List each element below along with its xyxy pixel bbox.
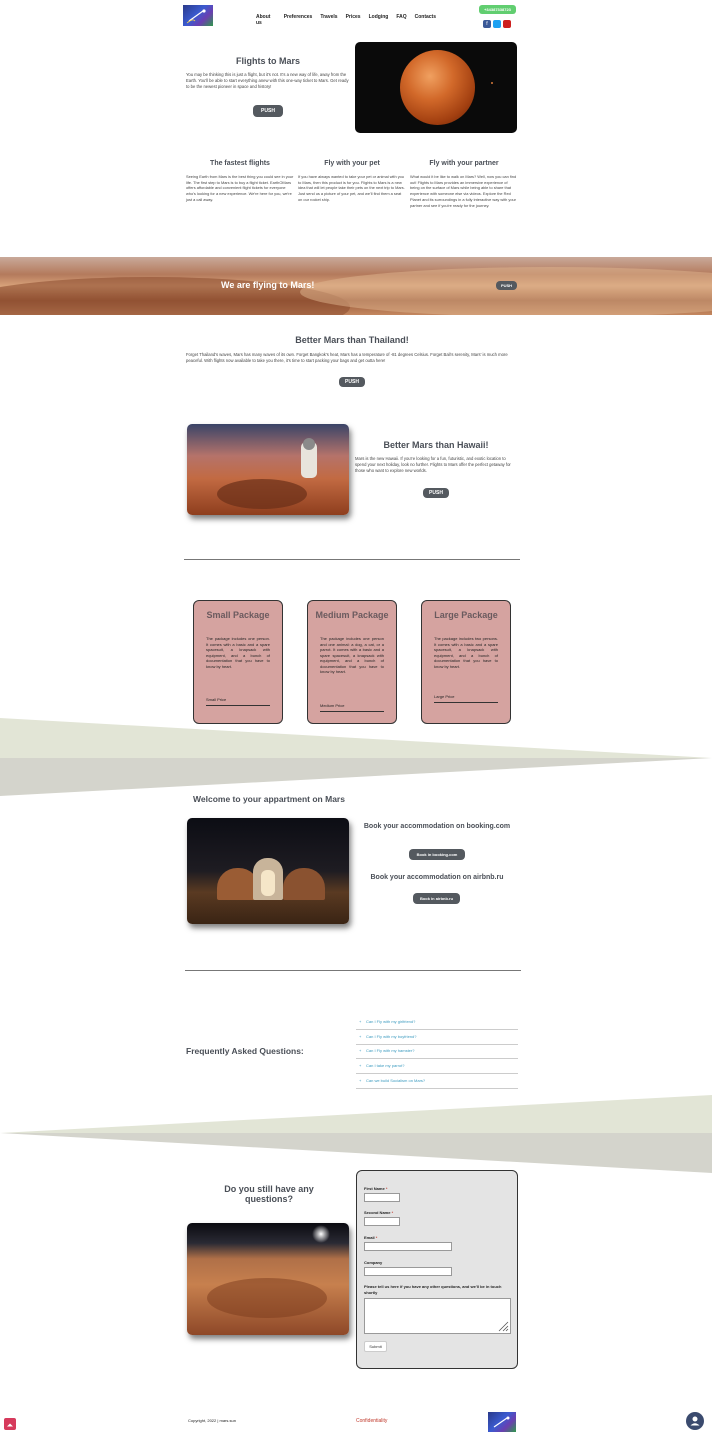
booking-title: Book your accommodation on booking.com [363, 823, 511, 830]
lodging-title: Welcome to your appartment on Mars [193, 794, 345, 804]
scroll-top-button[interactable] [4, 1418, 16, 1430]
feature-text-partner: What would it be like to walk on Mars? W… [410, 174, 517, 208]
feature-text-fastest: Seeing Earth from Mars is the best thing… [186, 174, 294, 202]
user-icon [690, 1416, 700, 1426]
contact-title: Do you still have any questions? [224, 1184, 314, 1204]
package-title: Medium Package [315, 610, 389, 620]
nav-travels[interactable]: Travels [320, 14, 337, 22]
diagonal-separator [0, 718, 712, 796]
package-text: The package includes one person and one … [320, 636, 384, 674]
nav-faq[interactable]: FAQ [396, 14, 406, 22]
large-package-card: Large Package The package includes two p… [421, 600, 511, 724]
section-divider [184, 559, 520, 560]
hero-title: Flights to Mars [235, 56, 300, 66]
footer-logo[interactable] [488, 1412, 516, 1432]
nav-about-us[interactable]: About us [256, 14, 276, 26]
faq-item[interactable]: Can I take my parrot? [356, 1059, 518, 1074]
banner-title: We are flying to Mars! [221, 280, 315, 290]
first-name-input[interactable] [364, 1193, 400, 1202]
feature-title-partner: Fly with your partner [429, 160, 499, 167]
faq-item[interactable]: Can we build Socialism on Mars? [356, 1074, 518, 1089]
hero-text: You may be thinking this is just a fligh… [186, 72, 349, 89]
package-title: Small Package [206, 610, 270, 620]
small-price-toggle[interactable]: Small Price [206, 697, 270, 706]
message-label: Please tell us here if you have any othe… [364, 1284, 502, 1295]
resize-handle-icon[interactable] [497, 1320, 509, 1332]
small-package-card: Small Package The package includes one p… [193, 600, 283, 724]
thailand-title: Better Mars than Thailand! [295, 335, 409, 345]
user-account-button[interactable] [686, 1412, 704, 1430]
package-text: The package includes one person. It come… [206, 636, 270, 669]
mars-surface-image [187, 1223, 349, 1335]
feature-title-pet: Fly with your pet [324, 160, 380, 167]
thailand-push-button[interactable]: PUSH [339, 377, 365, 387]
twitter-icon[interactable] [493, 20, 501, 28]
hawaii-text: Mars is the new Hawaii. If you're lookin… [355, 456, 511, 473]
logo[interactable] [183, 5, 213, 26]
confidentiality-link[interactable]: Confidentiality [356, 1418, 387, 1424]
company-label: Company [364, 1260, 383, 1265]
faq-item[interactable]: Can I Fly with my boyfriend? [356, 1030, 518, 1045]
chevron-up-icon [7, 1423, 13, 1427]
nav-prices[interactable]: Prices [346, 14, 361, 22]
medium-package-card: Medium Package The package includes one … [307, 600, 397, 724]
faq-title: Frequently Asked Questions: [186, 1046, 304, 1056]
booking-button[interactable]: Book in booking.com [409, 849, 465, 860]
medium-price-toggle[interactable]: Medium Price [320, 703, 384, 712]
main-nav: About us Preferences Travels Prices Lodg… [256, 14, 436, 26]
message-textarea[interactable] [364, 1298, 511, 1334]
airbnb-title: Book your accommodation on airbnb.ru [370, 874, 504, 881]
youtube-icon[interactable] [503, 20, 511, 28]
airbnb-button[interactable]: Book in airbnb.ru [413, 893, 460, 904]
email-label: Email * [364, 1235, 378, 1240]
hero-push-button[interactable]: PUSH [253, 105, 283, 117]
banner-push-button[interactable]: PUSH [496, 281, 517, 290]
nav-lodging[interactable]: Lodging [369, 14, 389, 22]
package-title: Large Package [434, 610, 498, 620]
section-divider [185, 970, 521, 971]
hawaii-push-button[interactable]: PUSH [423, 488, 449, 498]
hawaii-title: Better Mars than Hawaii! [383, 440, 489, 450]
diagonal-separator [0, 1095, 712, 1173]
large-price-toggle[interactable]: Large Price [434, 694, 498, 703]
copyright: Copyright, 2022 | mars.sun [188, 1418, 236, 1423]
first-name-label: First Name * [364, 1186, 388, 1191]
email-input[interactable] [364, 1242, 452, 1251]
thailand-text: Forget Thailand's waves, Mars has many w… [186, 352, 508, 363]
rocket-logo-icon [493, 1416, 510, 1428]
phone-button[interactable]: +34387338723 [479, 5, 516, 14]
second-name-input[interactable] [364, 1217, 400, 1226]
company-input[interactable] [364, 1267, 452, 1276]
nav-contacts[interactable]: Contacts [415, 14, 436, 22]
submit-button[interactable]: Submit [364, 1341, 387, 1352]
facebook-icon[interactable]: f [483, 20, 491, 28]
feature-title-fastest: The fastest flights [210, 160, 270, 167]
rocket-logo-icon [186, 9, 206, 24]
contact-form: First Name * Second Name * Email * Compa… [356, 1170, 518, 1369]
second-name-label: Second Name * [364, 1210, 394, 1215]
faq-item[interactable]: Can I Fly with my girlfriend? [356, 1015, 518, 1030]
mars-planet-image [355, 42, 517, 133]
astronaut-on-mars-image [187, 424, 349, 515]
mars-habitat-image [187, 818, 349, 924]
package-text: The package includes two persons. It com… [434, 636, 498, 669]
nav-preferences[interactable]: Preferences [284, 14, 313, 22]
feature-text-pet: If you have always wanted to take your p… [298, 174, 405, 202]
faq-item[interactable]: Can I Fly with my hamster? [356, 1044, 518, 1059]
